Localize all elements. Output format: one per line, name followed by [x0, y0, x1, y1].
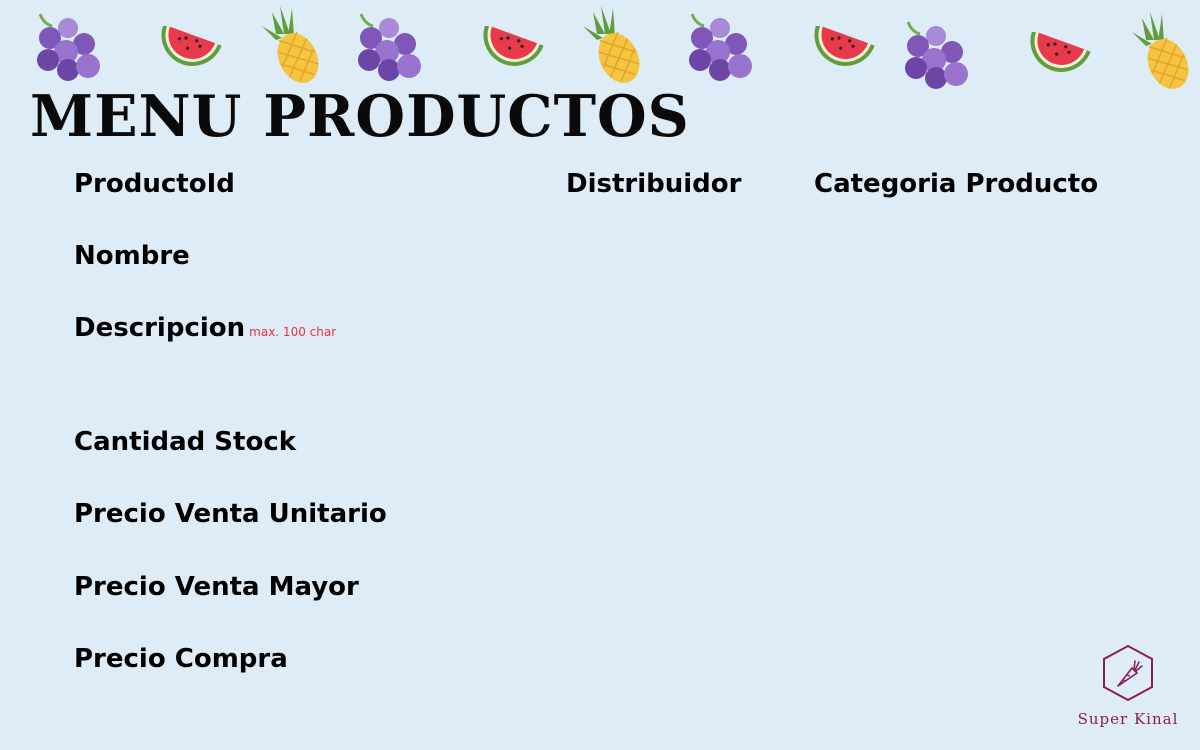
pineapple-icon — [1132, 12, 1189, 89]
carrot-hexagon-logo — [1103, 644, 1153, 702]
nombre-label: Nombre — [74, 241, 190, 271]
page-title: MENU PRODUCTOS — [30, 83, 690, 150]
descripcion-label-text: Descripcion — [74, 313, 246, 343]
pineapple-icon — [583, 6, 640, 83]
pineapple-icon — [262, 6, 319, 83]
watermelon-icon — [1030, 32, 1091, 72]
grapes-icon — [37, 13, 100, 81]
watermelon-icon — [161, 26, 222, 66]
watermelon-icon — [814, 26, 875, 66]
distribuidor-label: Distribuidor — [566, 169, 742, 199]
brand-name: Super Kinal — [1077, 710, 1179, 728]
brand-logo: Super Kinal — [1070, 644, 1186, 728]
watermelon-icon — [483, 26, 544, 66]
precio-venta-unitario-label: Precio Venta Unitario — [74, 499, 387, 529]
grapes-icon — [358, 13, 421, 81]
precio-venta-mayor-label: Precio Venta Mayor — [74, 572, 359, 602]
cantidad-stock-label: Cantidad Stock — [74, 427, 297, 457]
producto-id-label: ProductoId — [74, 169, 235, 199]
descripcion-hint: max. 100 char — [249, 325, 337, 339]
descripcion-label: Descripcion max. 100 char — [74, 315, 336, 341]
categoria-producto-label: Categoria Producto — [814, 169, 1099, 199]
grapes-icon — [905, 21, 968, 89]
precio-compra-label: Precio Compra — [74, 644, 288, 674]
grapes-icon — [689, 13, 752, 81]
